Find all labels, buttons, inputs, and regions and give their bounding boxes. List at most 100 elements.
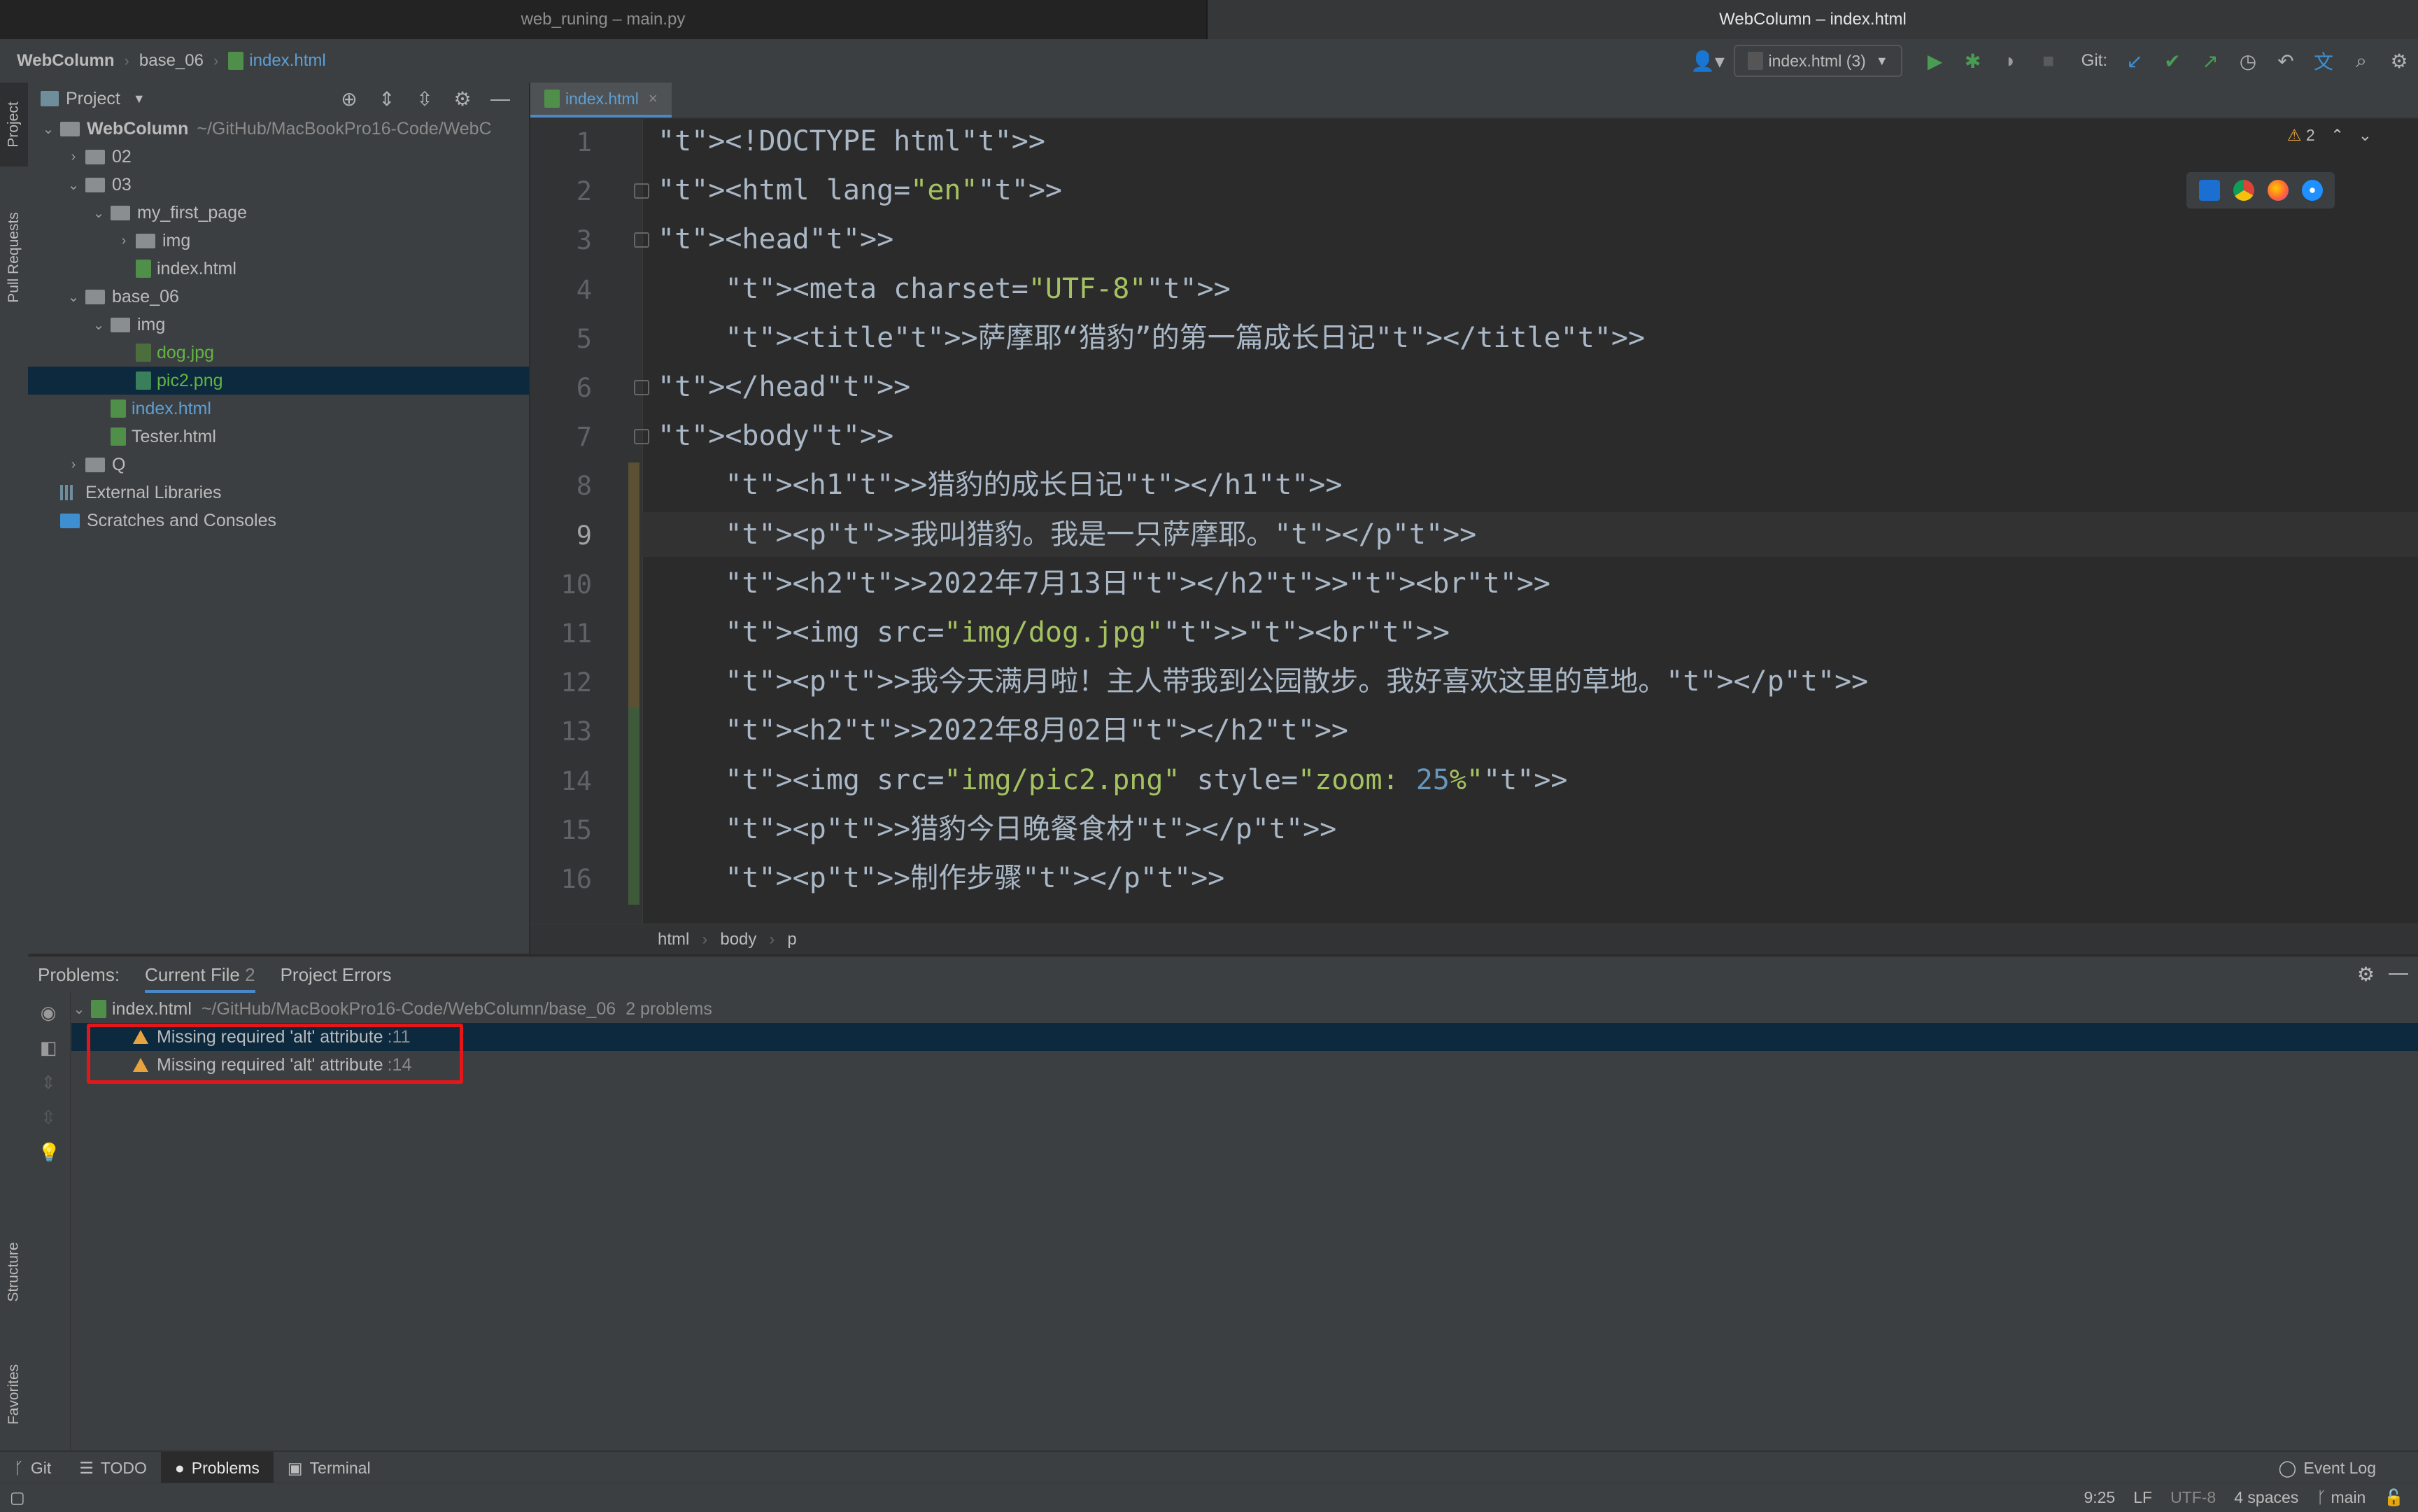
tab-todo[interactable]: ☰TODO — [65, 1452, 161, 1484]
problem-item[interactable]: Missing required 'alt' attribute :14 — [71, 1051, 411, 1079]
caret-down-icon[interactable]: ▼ — [133, 92, 146, 106]
code-line[interactable]: "t"><h2"t">>2022年7月13日"t"></h2"t">>"t"><… — [658, 563, 1550, 605]
lightbulb-icon[interactable]: 💡 — [38, 1142, 59, 1163]
minimize-icon[interactable]: — — [488, 86, 513, 111]
tab-current-file[interactable]: Current File 2 — [145, 964, 255, 993]
window-title-active[interactable]: WebColumn – index.html — [1206, 0, 2418, 39]
coverage-icon[interactable]: ◗ — [1998, 48, 2023, 73]
code-line[interactable]: "t"><p"t">>我今天满月啦！主人带我到公园散步。我好喜欢这里的草地。"t… — [658, 660, 1868, 702]
code-line[interactable]: "t"><h1"t">>猎豹的成长日记"t"></h1"t">> — [658, 464, 1342, 506]
tab-project-tool[interactable]: Project — [0, 83, 28, 167]
fold-marker-icon[interactable] — [634, 183, 649, 199]
tree-item[interactable]: ›Q — [28, 451, 529, 479]
code-line[interactable]: "t"><head"t">> — [658, 218, 893, 260]
tree-item[interactable]: ⌄my_first_page — [28, 199, 529, 227]
tab-favorites[interactable]: Favorites — [0, 1342, 28, 1447]
chevron-right-icon[interactable]: › — [116, 233, 132, 249]
preview-icon[interactable]: ◧ — [38, 1037, 59, 1058]
tree-item[interactable]: External Libraries — [28, 479, 529, 507]
code-line[interactable]: "t"><title"t">>萨摩耶“猎豹”的第一篇成长日记"t"></titl… — [658, 317, 1645, 359]
code-line[interactable]: "t"><p"t">>我叫猎豹。我是一只萨摩耶。"t"></p"t">> — [658, 514, 1476, 556]
search-icon[interactable]: ⌕ — [2349, 48, 2374, 73]
gear-icon[interactable]: ⚙ — [450, 86, 475, 111]
tab-pull-requests[interactable]: Pull Requests — [0, 188, 28, 327]
lock-icon[interactable]: 🔓 — [2384, 1488, 2404, 1507]
code-editor[interactable]: 12345678910111213141516💡 "t"><!DOCTYPE h… — [530, 119, 2418, 924]
file-encoding[interactable]: UTF-8 — [2170, 1488, 2216, 1507]
tree-item[interactable]: dog.jpg — [28, 339, 529, 367]
rollback-icon[interactable]: ↶ — [2273, 48, 2298, 73]
expand-all-icon[interactable]: ⇕ — [38, 1072, 59, 1093]
crumb-html[interactable]: html — [658, 930, 689, 949]
chevron-down-icon[interactable]: ⌄ — [91, 204, 106, 222]
problem-file-row[interactable]: ⌄ index.html ~/GitHub/MacBookPro16-Code/… — [71, 995, 712, 1023]
inspection-widget[interactable]: ⚠ 2 ⌃ ⌄ — [2287, 126, 2372, 145]
eye-icon[interactable]: ◉ — [38, 1002, 59, 1023]
window-title-inactive[interactable]: web_runing – main.py — [0, 0, 1206, 39]
chevron-down-icon[interactable]: ⌄ — [2359, 126, 2372, 144]
git-push-icon[interactable]: ↗ — [2198, 48, 2223, 73]
git-commit-icon[interactable]: ✔ — [2160, 48, 2185, 73]
chevron-up-icon[interactable]: ⌃ — [2331, 126, 2344, 144]
tree-item[interactable]: ⌄WebColumn~/GitHub/MacBookPro16-Code/Web… — [28, 115, 529, 143]
fold-marker-icon[interactable] — [634, 429, 649, 444]
chevron-down-icon[interactable]: ⌄ — [66, 176, 81, 194]
run-icon[interactable]: ▶ — [1923, 48, 1948, 73]
chevron-right-icon[interactable]: › — [66, 149, 81, 165]
vcs-added-marker[interactable] — [628, 708, 639, 905]
chevron-down-icon[interactable]: ⌄ — [66, 288, 81, 306]
locate-icon[interactable]: ⊕ — [337, 86, 362, 111]
code-line[interactable]: "t"><html lang="en""t">> — [658, 169, 1062, 211]
chrome-icon[interactable] — [2233, 180, 2254, 201]
expand-all-icon[interactable]: ⇕ — [374, 86, 400, 111]
chevron-down-icon[interactable]: ⌄ — [71, 1001, 87, 1018]
git-update-icon[interactable]: ↙ — [2122, 48, 2147, 73]
safari-icon[interactable] — [2302, 180, 2323, 201]
chevron-down-icon[interactable]: ⌄ — [41, 120, 56, 138]
code-line[interactable]: "t"><img src="img/dog.jpg""t">>"t"><br"t… — [658, 612, 1450, 653]
tree-item[interactable]: index.html — [28, 395, 529, 423]
history-icon[interactable]: ◷ — [2235, 48, 2261, 73]
minimize-icon[interactable]: — — [2389, 961, 2408, 984]
ide-browser-icon[interactable] — [2199, 180, 2220, 201]
chevron-down-icon[interactable]: ⌄ — [91, 316, 106, 334]
tab-project-errors[interactable]: Project Errors — [281, 964, 392, 986]
line-separator[interactable]: LF — [2133, 1488, 2152, 1507]
chevron-right-icon[interactable]: › — [66, 457, 81, 473]
tree-item[interactable]: ›02 — [28, 143, 529, 171]
problem-item[interactable]: Missing required 'alt' attribute :11 — [71, 1023, 2418, 1051]
user-icon[interactable]: 👤▾ — [1688, 48, 1727, 73]
indent-setting[interactable]: 4 spaces — [2234, 1488, 2298, 1507]
breadcrumb-folder[interactable]: base_06 — [139, 51, 204, 71]
tree-item[interactable]: pic2.png — [28, 367, 529, 395]
gear-icon[interactable]: ⚙ — [2357, 963, 2375, 986]
tree-item[interactable]: index.html — [28, 255, 529, 283]
debug-icon[interactable]: ✱ — [1960, 48, 1986, 73]
git-branch[interactable]: ᚴ main — [2317, 1488, 2366, 1507]
run-configuration-select[interactable]: index.html (3) ▼ — [1734, 45, 1902, 77]
fold-marker-icon[interactable] — [634, 380, 649, 395]
close-icon[interactable]: × — [649, 90, 658, 108]
tree-item[interactable]: ›img — [28, 227, 529, 255]
tab-structure[interactable]: Structure — [0, 1216, 28, 1328]
code-line[interactable]: "t"><h2"t">>2022年8月02日"t"></h2"t">> — [658, 709, 1348, 751]
tab-problems[interactable]: ●Problems — [161, 1452, 274, 1484]
caret-position[interactable]: 9:25 — [2084, 1488, 2115, 1507]
tree-item[interactable]: Tester.html — [28, 423, 529, 451]
gear-icon[interactable]: ⚙ — [2387, 48, 2412, 73]
breadcrumb-project[interactable]: WebColumn — [17, 51, 115, 71]
tree-item[interactable]: ⌄img — [28, 311, 529, 339]
collapse-all-icon[interactable]: ⇳ — [412, 86, 437, 111]
translate-icon[interactable]: 文 — [2311, 48, 2336, 73]
code-line[interactable]: "t"></head"t">> — [658, 366, 910, 408]
firefox-icon[interactable] — [2268, 180, 2289, 201]
code-line[interactable]: "t"><!DOCTYPE html"t">> — [658, 120, 1045, 162]
tab-git[interactable]: ᚴGit — [0, 1452, 65, 1484]
breadcrumb-file[interactable]: index.html — [249, 51, 325, 71]
code-line[interactable]: "t"><body"t">> — [658, 415, 893, 457]
stop-icon[interactable]: ■ — [2036, 48, 2061, 73]
crumb-p[interactable]: p — [787, 930, 796, 949]
fold-marker-icon[interactable] — [634, 232, 649, 248]
code-line[interactable]: "t"><p"t">>猎豹今日晚餐食材"t"></p"t">> — [658, 808, 1336, 850]
toggle-tool-windows-icon[interactable]: ▢ — [10, 1488, 25, 1507]
